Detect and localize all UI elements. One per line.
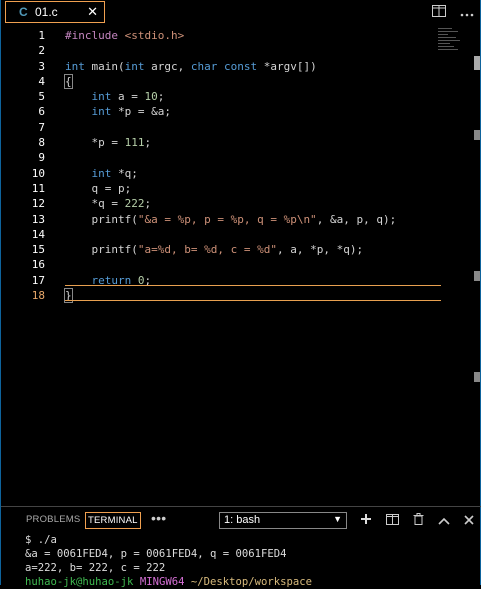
terminal-output[interactable]: $ ./a &a = 0061FED4, p = 0061FED4, q = 0… bbox=[25, 533, 312, 589]
current-line-highlight-bottom bbox=[65, 300, 441, 301]
more-tabs-icon[interactable]: ••• bbox=[151, 510, 166, 526]
terminal-prompt: huhao-jk@huhao-jk MINGW64 ~/Desktop/work… bbox=[25, 575, 312, 589]
code-line[interactable] bbox=[65, 120, 396, 135]
more-actions-icon[interactable] bbox=[460, 4, 474, 20]
panel-tab-bar: PROBLEMS TERMINAL ••• 1: bash ▼ bbox=[1, 509, 481, 531]
code-line[interactable]: q = p; bbox=[65, 181, 396, 196]
c-file-icon: C bbox=[19, 5, 28, 19]
code-line[interactable]: printf("a=%d, b= %d, c = %d", a, *p, *q)… bbox=[65, 242, 396, 257]
close-panel-icon[interactable] bbox=[464, 512, 474, 528]
line-number: 13 bbox=[31, 212, 45, 226]
maximize-panel-icon[interactable] bbox=[438, 512, 450, 528]
code-line[interactable] bbox=[65, 227, 396, 242]
editor-tab-bar: C 01.c ✕ bbox=[1, 0, 480, 26]
scrollbar-thumb[interactable] bbox=[474, 56, 480, 70]
code-line[interactable]: printf("&a = %p, p = %p, q = %p\n", &a, … bbox=[65, 212, 397, 227]
vertical-scrollbar[interactable] bbox=[472, 26, 480, 506]
terminal-output-line: a=222, b= 222, c = 222 bbox=[25, 562, 166, 574]
trash-icon[interactable] bbox=[413, 512, 424, 528]
code-line[interactable]: int a = 10; bbox=[65, 89, 396, 104]
minimap[interactable] bbox=[438, 28, 464, 58]
scrollbar-marker bbox=[474, 372, 480, 382]
vscode-window: C 01.c ✕ 1 2 3 4 5 6 7 8 9 10 11 12 13 1… bbox=[0, 0, 481, 589]
current-line-highlight-top bbox=[65, 285, 441, 286]
line-number: 11 bbox=[31, 181, 45, 195]
code-editor[interactable]: 1 2 3 4 5 6 7 8 9 10 11 12 13 14 15 16 1… bbox=[1, 26, 481, 506]
line-number: 9 bbox=[38, 151, 45, 165]
tab-label: 01.c bbox=[35, 5, 58, 19]
code-line[interactable]: int main(int argc, char const *argv[]) bbox=[65, 59, 396, 74]
line-number: 15 bbox=[31, 243, 45, 257]
code-line[interactable]: #include <stdio.h> bbox=[65, 28, 396, 43]
line-number-current: 18 bbox=[31, 289, 45, 303]
line-number: 17 bbox=[31, 273, 45, 287]
terminal-select-value: 1: bash bbox=[224, 514, 261, 526]
tab-close-icon[interactable]: ✕ bbox=[87, 4, 98, 20]
line-number: 6 bbox=[38, 105, 45, 119]
tab-terminal[interactable]: TERMINAL bbox=[85, 512, 141, 529]
line-number: 7 bbox=[38, 120, 45, 134]
terminal-output-line: &a = 0061FED4, p = 0061FED4, q = 0061FED… bbox=[25, 548, 287, 560]
line-number-gutter: 1 2 3 4 5 6 7 8 9 10 11 12 13 14 15 16 1… bbox=[1, 28, 49, 303]
code-line[interactable]: } bbox=[64, 288, 396, 304]
prompt-path: ~/Desktop/workspace bbox=[190, 576, 313, 588]
prompt-env: MINGW64 bbox=[139, 576, 185, 588]
line-number: 1 bbox=[38, 29, 45, 42]
code-line[interactable] bbox=[65, 43, 396, 58]
line-number: 12 bbox=[31, 197, 45, 211]
terminal-select[interactable]: 1: bash ▼ bbox=[219, 512, 347, 529]
line-number: 10 bbox=[31, 166, 45, 180]
line-number: 14 bbox=[31, 227, 45, 241]
new-terminal-icon[interactable] bbox=[360, 512, 372, 528]
code-line[interactable]: int *q; bbox=[65, 166, 396, 181]
split-editor-icon[interactable] bbox=[432, 4, 446, 20]
code-line[interactable] bbox=[65, 150, 396, 165]
scrollbar-marker bbox=[474, 130, 480, 140]
line-number: 2 bbox=[38, 44, 45, 58]
dropdown-arrow-icon: ▼ bbox=[333, 514, 342, 524]
tab-problems[interactable]: PROBLEMS bbox=[26, 514, 80, 525]
line-number: 5 bbox=[38, 90, 45, 104]
bottom-panel: PROBLEMS TERMINAL ••• 1: bash ▼ $ ./a &a… bbox=[1, 506, 481, 589]
terminal-command: $ ./a bbox=[25, 534, 57, 546]
prompt-user: huhao-jk@huhao-jk bbox=[25, 576, 134, 588]
code-line[interactable]: { bbox=[64, 73, 396, 89]
scrollbar-marker bbox=[474, 271, 480, 281]
code-line[interactable] bbox=[65, 257, 396, 272]
line-number: 8 bbox=[38, 136, 45, 150]
editor-tab-01c[interactable]: C 01.c ✕ bbox=[5, 1, 105, 23]
code-line[interactable]: *p = 111; bbox=[65, 135, 396, 150]
line-number: 4 bbox=[38, 74, 45, 88]
line-number: 16 bbox=[31, 258, 45, 272]
line-number: 3 bbox=[38, 59, 45, 73]
code-lines[interactable]: #include <stdio.h> int main(int argc, cha… bbox=[64, 28, 397, 304]
code-line[interactable]: int *p = &a; bbox=[65, 104, 396, 119]
code-line[interactable]: *q = 222; bbox=[65, 196, 396, 211]
split-terminal-icon[interactable] bbox=[386, 512, 399, 528]
